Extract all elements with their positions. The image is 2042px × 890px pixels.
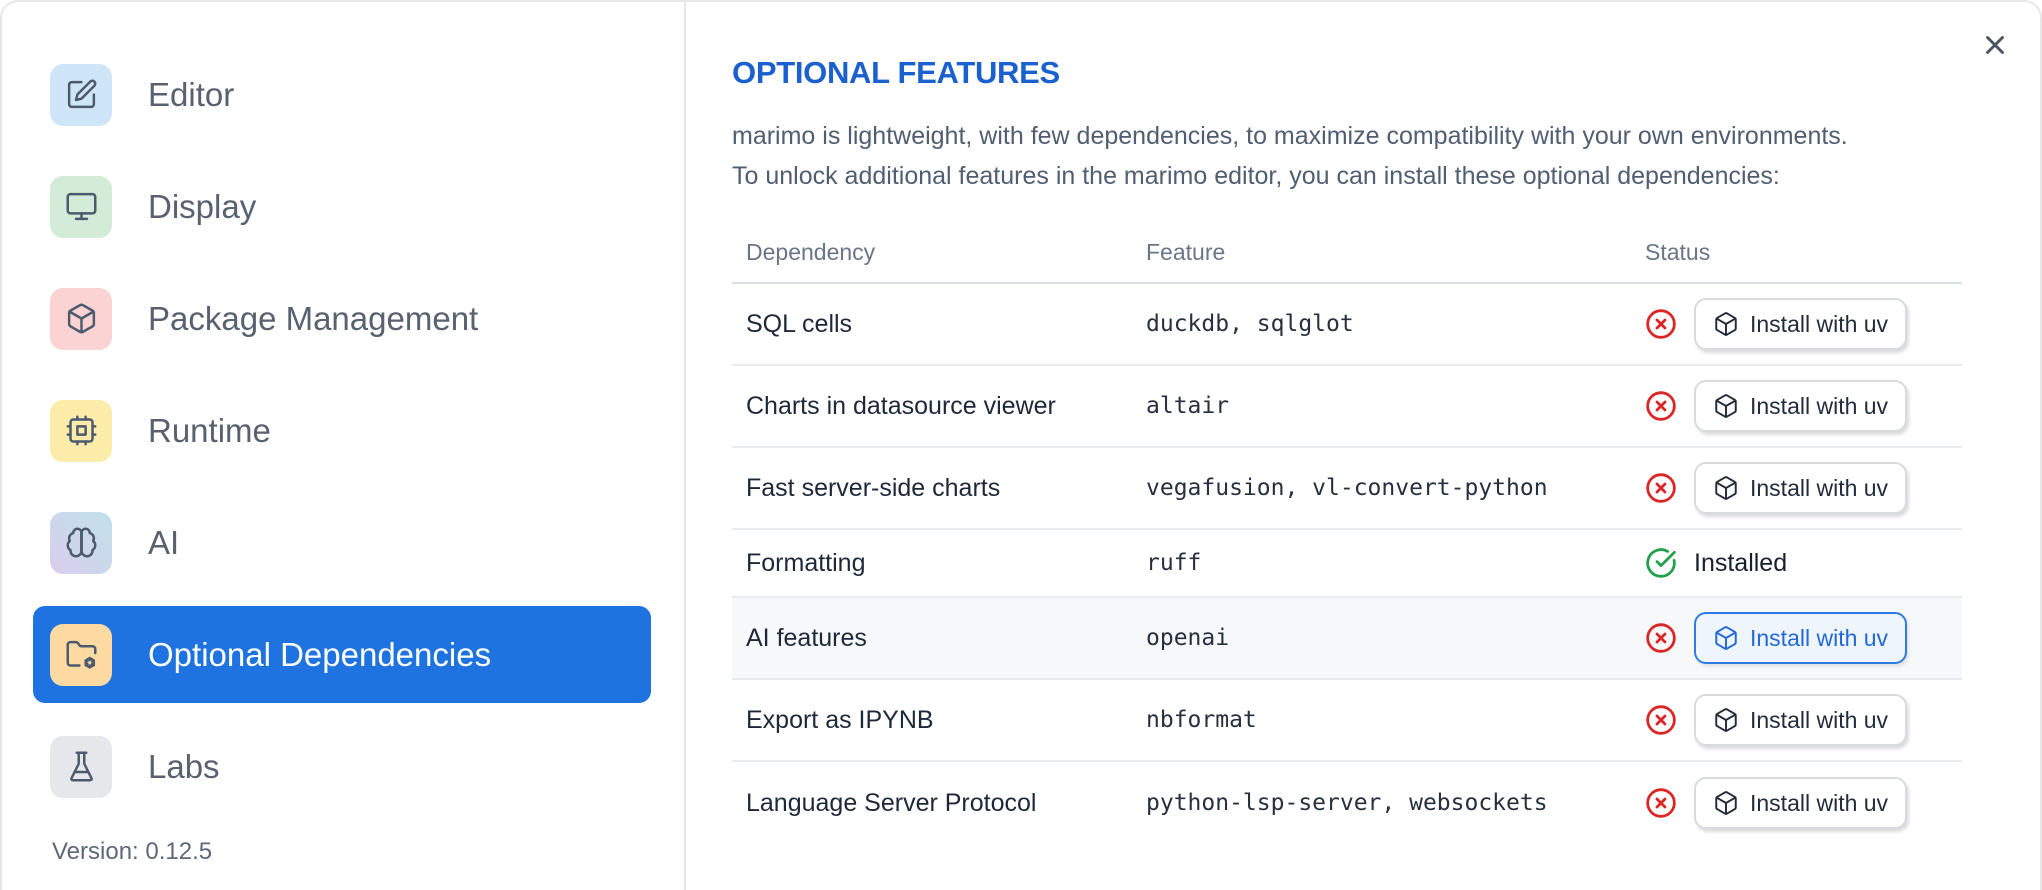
circle-x-icon bbox=[1645, 787, 1677, 819]
circle-x-icon bbox=[1645, 308, 1677, 340]
package-icon bbox=[50, 287, 112, 350]
feature-cell: altair bbox=[1146, 393, 1230, 419]
dependency-cell: AI features bbox=[746, 623, 867, 652]
sidebar-item-labs[interactable]: Labs bbox=[33, 718, 651, 815]
sidebar-item-display[interactable]: Display bbox=[33, 158, 651, 255]
circle-x-icon bbox=[1645, 704, 1677, 736]
brain-icon bbox=[50, 511, 112, 574]
sidebar-item-editor[interactable]: Editor bbox=[33, 46, 651, 143]
panel-description: marimo is lightweight, with few dependen… bbox=[732, 116, 2040, 196]
description-line-1: marimo is lightweight, with few dependen… bbox=[732, 122, 1848, 150]
folder-cog-icon bbox=[50, 623, 112, 686]
feature-cell: python-lsp-server, websockets bbox=[1146, 790, 1548, 816]
dependency-cell: Formatting bbox=[746, 548, 866, 577]
feature-cell: openai bbox=[1146, 625, 1230, 651]
sidebar-nav-list: Editor Display Package Management Runtim… bbox=[33, 46, 684, 815]
table-row: Export as IPYNB nbformat Install with uv bbox=[732, 680, 1962, 762]
table-row: Formatting ruff Installed bbox=[732, 530, 1962, 598]
x-icon bbox=[1980, 36, 2010, 63]
table-row: AI features openai Install with uv bbox=[732, 598, 1962, 680]
package-icon bbox=[1713, 707, 1739, 733]
package-icon bbox=[1713, 790, 1739, 816]
installed-status-label: Installed bbox=[1694, 548, 1788, 577]
circle-check-icon bbox=[1645, 547, 1677, 579]
install-with-uv-button[interactable]: Install with uv bbox=[1694, 380, 1908, 432]
table-row: Charts in datasource viewer altair Insta… bbox=[732, 366, 1962, 448]
sidebar-item-label: Display bbox=[148, 187, 257, 225]
table-row: SQL cells duckdb, sqlglot Install with u… bbox=[732, 284, 1962, 366]
dependency-cell: Export as IPYNB bbox=[746, 705, 934, 734]
sidebar-item-optional-dependencies[interactable]: Optional Dependencies bbox=[33, 606, 651, 703]
feature-cell: ruff bbox=[1146, 550, 1202, 576]
optional-features-panel: OPTIONAL FEATURES marimo is lightweight,… bbox=[686, 2, 2040, 890]
description-line-2: To unlock additional features in the mar… bbox=[732, 162, 1780, 190]
sidebar-item-label: Editor bbox=[148, 75, 235, 113]
table-body: SQL cells duckdb, sqlglot Install with u… bbox=[732, 284, 1962, 844]
install-button-label: Install with uv bbox=[1750, 474, 1889, 501]
version-label: Version: 0.12.5 bbox=[52, 838, 213, 865]
circle-x-icon bbox=[1645, 622, 1677, 654]
feature-cell: duckdb, sqlglot bbox=[1146, 311, 1354, 337]
install-with-uv-button[interactable]: Install with uv bbox=[1694, 777, 1908, 829]
install-with-uv-button[interactable]: Install with uv bbox=[1694, 462, 1908, 514]
package-icon bbox=[1713, 311, 1739, 337]
flask-icon bbox=[50, 735, 112, 798]
sidebar-item-label: AI bbox=[148, 523, 180, 561]
install-button-label: Install with uv bbox=[1750, 624, 1889, 651]
package-icon bbox=[1713, 393, 1739, 419]
table-header-row: Dependency Feature Status bbox=[732, 222, 1962, 284]
sidebar-item-label: Optional Dependencies bbox=[148, 635, 492, 673]
column-header-feature: Feature bbox=[1146, 238, 1226, 265]
column-header-dependency: Dependency bbox=[746, 238, 876, 265]
install-with-uv-button[interactable]: Install with uv bbox=[1694, 612, 1908, 664]
install-button-label: Install with uv bbox=[1750, 310, 1889, 337]
install-button-label: Install with uv bbox=[1750, 706, 1889, 733]
feature-cell: vegafusion, vl-convert-python bbox=[1146, 475, 1548, 501]
sidebar-item-ai[interactable]: AI bbox=[33, 494, 651, 591]
close-button[interactable] bbox=[1980, 30, 2010, 60]
settings-sidebar: Editor Display Package Management Runtim… bbox=[2, 2, 686, 890]
feature-cell: nbformat bbox=[1146, 707, 1257, 733]
square-pen-icon bbox=[50, 63, 112, 126]
dependency-cell: SQL cells bbox=[746, 309, 853, 338]
dependency-cell: Charts in datasource viewer bbox=[746, 391, 1056, 420]
sidebar-item-label: Package Management bbox=[148, 299, 479, 337]
dependency-cell: Fast server-side charts bbox=[746, 473, 1001, 502]
install-button-label: Install with uv bbox=[1750, 789, 1889, 816]
monitor-icon bbox=[50, 175, 112, 238]
column-header-status: Status bbox=[1645, 238, 1711, 265]
circle-x-icon bbox=[1645, 472, 1677, 504]
sidebar-item-label: Runtime bbox=[148, 411, 271, 449]
install-with-uv-button[interactable]: Install with uv bbox=[1694, 298, 1908, 350]
sidebar-item-runtime[interactable]: Runtime bbox=[33, 382, 651, 479]
settings-dialog: Editor Display Package Management Runtim… bbox=[0, 0, 2042, 890]
cpu-icon bbox=[50, 399, 112, 462]
table-row: Language Server Protocol python-lsp-serv… bbox=[732, 762, 1962, 844]
sidebar-item-package-management[interactable]: Package Management bbox=[33, 270, 651, 367]
install-with-uv-button[interactable]: Install with uv bbox=[1694, 694, 1908, 746]
package-icon bbox=[1713, 625, 1739, 651]
package-icon bbox=[1713, 475, 1739, 501]
dependencies-table: Dependency Feature Status SQL cells duck… bbox=[732, 222, 1962, 844]
table-row: Fast server-side charts vegafusion, vl-c… bbox=[732, 448, 1962, 530]
page-title: OPTIONAL FEATURES bbox=[732, 55, 1060, 90]
sidebar-item-label: Labs bbox=[148, 747, 220, 785]
install-button-label: Install with uv bbox=[1750, 392, 1889, 419]
dependency-cell: Language Server Protocol bbox=[746, 788, 1037, 817]
circle-x-icon bbox=[1645, 390, 1677, 422]
